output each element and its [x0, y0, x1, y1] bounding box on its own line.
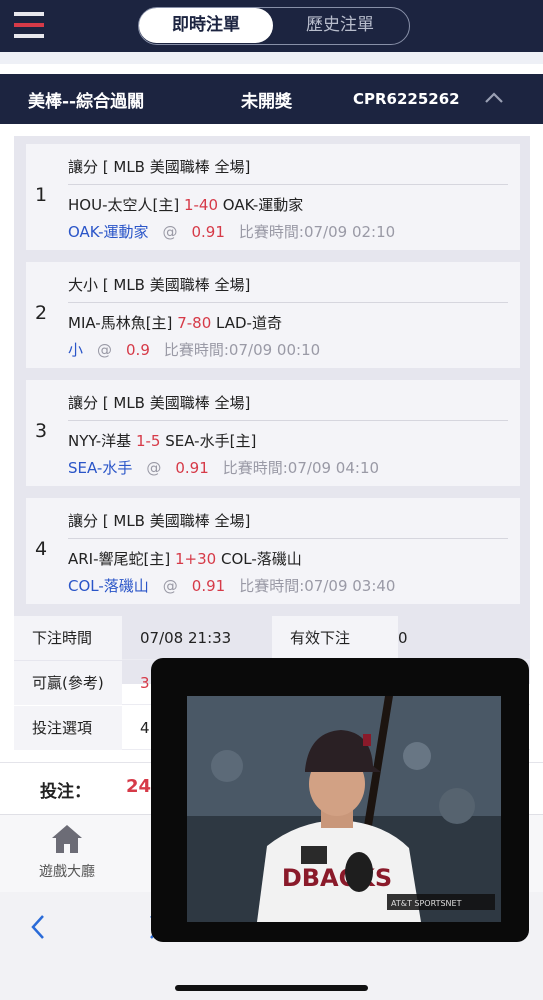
payout-label: 可贏(參考) — [14, 661, 122, 705]
leg-market: 大小 [ MLB 美國職棒 全場] — [68, 276, 251, 294]
leg-away-team: COL-落磯山 — [221, 550, 302, 568]
leg-market: 讓分 [ MLB 美國職棒 全場] — [68, 394, 251, 412]
order-tabs: 即時注單 歷史注單 — [138, 7, 410, 45]
leg-pick-row: OAK-運動家 @0.91 比賽時間:07/09 02:10 — [68, 221, 395, 242]
leg-at: @ — [162, 223, 178, 241]
parlay-leg: 4 讓分 [ MLB 美國職棒 全場] ARI-響尾蛇[主] 1+30 COL-… — [26, 498, 520, 604]
chevron-up-icon[interactable] — [484, 88, 504, 108]
leg-handicap: 1+30 — [175, 550, 217, 568]
leg-pick: 小 — [68, 341, 84, 359]
leg-time: 比賽時間:07/09 03:40 — [239, 577, 396, 595]
home-indicator[interactable] — [175, 985, 368, 991]
leg-market: 讓分 [ MLB 美國職棒 全場] — [68, 158, 251, 176]
valid-bet-label: 有效下注 — [272, 616, 398, 660]
leg-pick: SEA-水手 — [68, 459, 133, 477]
leg-pick: OAK-運動家 — [68, 223, 149, 241]
leg-number: 4 — [34, 538, 48, 560]
leg-divider — [68, 538, 508, 539]
leg-away-team: LAD-道奇 — [216, 314, 282, 332]
video-frame: DBACKS AT&T SPORTSNET — [187, 696, 501, 922]
info-row: 下注時間 07/08 21:33 有效下注 0 — [14, 616, 530, 660]
order-header[interactable]: 美棒--綜合過關 未開獎 CPR6225262 — [0, 74, 543, 124]
leg-away-team: SEA-水手[主] — [165, 432, 257, 450]
tab-live-orders[interactable]: 即時注單 — [139, 8, 273, 43]
leg-time: 比賽時間:07/09 04:10 — [222, 459, 380, 477]
leg-matchup: NYY-洋基 1-5 SEA-水手[主] — [68, 430, 256, 451]
leg-matchup: ARI-響尾蛇[主] 1+30 COL-落磯山 — [68, 548, 302, 569]
order-type: 美棒--綜合過關 — [28, 92, 145, 112]
leg-home-team: HOU-太空人[主] — [68, 196, 180, 214]
leg-at: @ — [162, 577, 178, 595]
nav-game-lobby-label: 遊戲大廳 — [39, 864, 95, 880]
leg-divider — [68, 420, 508, 421]
top-header: 即時注單 歷史注單 — [0, 0, 543, 52]
network-label: AT&T SPORTSNET — [391, 899, 462, 908]
nav-game-lobby[interactable]: 遊戲大廳 — [22, 823, 112, 889]
leg-home-team: NYY-洋基 — [68, 432, 132, 450]
leg-number: 2 — [34, 302, 48, 324]
payout-value: 3 — [140, 674, 150, 692]
home-icon — [52, 825, 82, 853]
leg-home-team: ARI-響尾蛇[主] — [68, 550, 171, 568]
leg-pick-row: 小 @0.9 比賽時間:07/09 00:10 — [68, 339, 320, 360]
valid-bet-value: 0 — [398, 629, 408, 647]
parlay-leg: 3 讓分 [ MLB 美國職棒 全場] NYY-洋基 1-5 SEA-水手[主]… — [26, 380, 520, 486]
leg-pick-row: SEA-水手 @0.91 比賽時間:07/09 04:10 — [68, 457, 379, 478]
header-spacer — [0, 64, 543, 74]
leg-at: @ — [146, 459, 162, 477]
leg-handicap: 1-5 — [135, 432, 161, 450]
pip-video-player[interactable]: DBACKS AT&T SPORTSNET — [151, 658, 529, 942]
bet-total-label: 投注： — [40, 782, 91, 802]
leg-handicap: 7-80 — [177, 314, 212, 332]
tab-history-orders[interactable]: 歷史注單 — [273, 8, 407, 43]
hamburger-menu-icon[interactable] — [14, 12, 44, 38]
bet-option-value: 4 — [140, 719, 150, 737]
bet-time-label: 下注時間 — [14, 616, 122, 660]
bet-option-label: 投注選項 — [14, 706, 122, 750]
leg-odds: 0.9 — [126, 341, 150, 359]
leg-home-team: MIA-馬林魚[主] — [68, 314, 173, 332]
leg-away-team: OAK-運動家 — [222, 196, 304, 214]
leg-time: 比賽時間:07/09 00:10 — [163, 341, 321, 359]
leg-matchup: HOU-太空人[主] 1-40 OAK-運動家 — [68, 194, 303, 215]
leg-time: 比賽時間:07/09 02:10 — [238, 223, 396, 241]
leg-pick-row: COL-落磯山 @0.91 比賽時間:07/09 03:40 — [68, 575, 395, 596]
leg-odds: 0.91 — [191, 223, 225, 241]
leg-matchup: MIA-馬林魚[主] 7-80 LAD-道奇 — [68, 312, 282, 333]
order-status: 未開獎 — [241, 92, 292, 112]
leg-divider — [68, 302, 508, 303]
leg-market: 讓分 [ MLB 美國職棒 全場] — [68, 512, 251, 530]
parlay-legs: 1 讓分 [ MLB 美國職棒 全場] HOU-太空人[主] 1-40 OAK-… — [14, 136, 530, 684]
order-id: CPR6225262 — [353, 90, 460, 108]
leg-handicap: 1-40 — [183, 196, 219, 214]
leg-pick: COL-落磯山 — [68, 577, 149, 595]
leg-at: @ — [97, 341, 113, 359]
parlay-leg: 1 讓分 [ MLB 美國職棒 全場] HOU-太空人[主] 1-40 OAK-… — [26, 144, 520, 250]
leg-odds: 0.91 — [175, 459, 209, 477]
leg-number: 3 — [34, 420, 48, 442]
leg-number: 1 — [34, 184, 48, 206]
bet-time-value: 07/08 21:33 — [140, 629, 232, 647]
leg-odds: 0.91 — [191, 577, 226, 595]
parlay-leg: 2 大小 [ MLB 美國職棒 全場] MIA-馬林魚[主] 7-80 LAD-… — [26, 262, 520, 368]
bet-total-value: 24 — [126, 776, 152, 797]
leg-divider — [68, 184, 508, 185]
jersey-text: DBACKS — [282, 864, 392, 892]
chevron-left-icon[interactable] — [28, 912, 48, 942]
header-divider — [0, 52, 543, 64]
